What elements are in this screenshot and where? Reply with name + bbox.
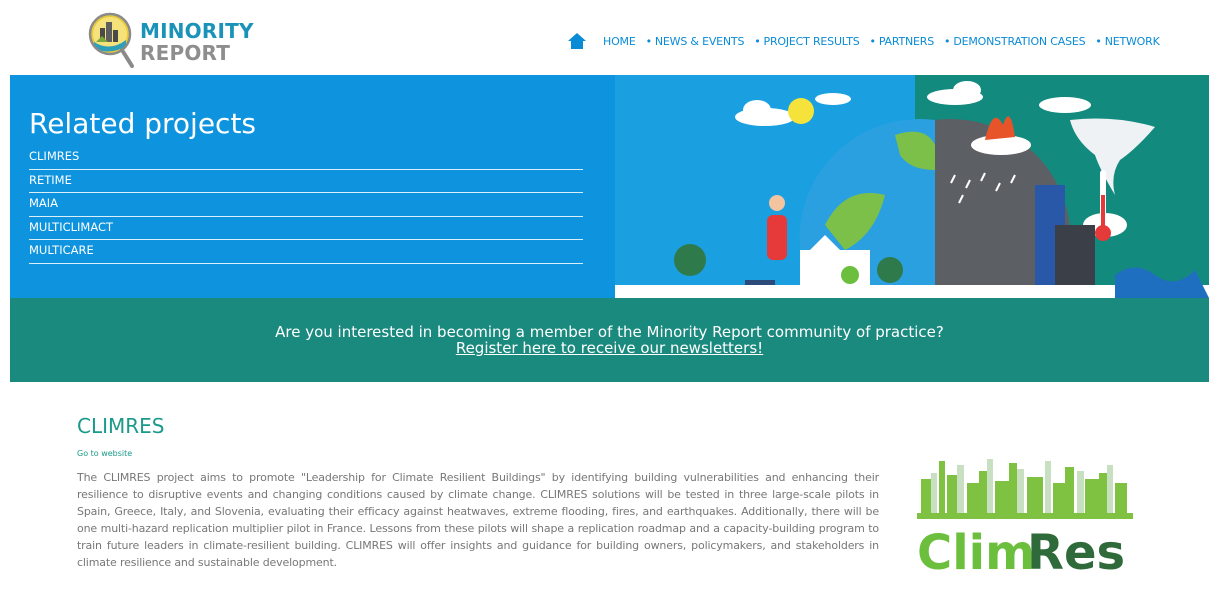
nav-bullet: • [944,34,951,48]
project-link-retime[interactable]: RETIME [29,170,583,193]
site-logo[interactable]: MINORITY REPORT [88,12,253,68]
nav-demonstration-cases[interactable]: • DEMONSTRATION CASES [944,34,1086,48]
project-description: The CLIMRES project aims to promote "Lea… [77,471,879,569]
project-link-multiclimact[interactable]: MULTICLIMACT [29,217,583,240]
nav-demonstration-cases-label: DEMONSTRATION CASES [953,34,1086,48]
project-title: CLIMRES [77,414,165,438]
nav-bullet: • [754,34,761,48]
nav-home-label: HOME [603,34,636,48]
logo-line1: MINORITY [140,19,254,43]
community-banner: Are you interested in becoming a member … [10,298,1209,382]
logo-line2: REPORT [140,41,231,65]
project-link-climres[interactable]: CLIMRES [29,146,583,170]
go-to-website-link[interactable]: Go to website [77,449,132,458]
nav-network[interactable]: • NETWORK [1095,35,1159,48]
home-icon[interactable] [567,32,587,50]
climres-logo-res: Res [1027,525,1125,575]
logo-text: MINORITY REPORT [140,20,254,64]
nav-partners[interactable]: • PARTNERS [870,35,935,48]
climate-illustration [615,75,1209,298]
nav-bullet: • [1095,34,1102,48]
climres-logo: Clim Res [917,459,1133,575]
project-link-maia[interactable]: MAIA [29,193,583,217]
related-projects-hero: Related projects CLIMRES RETIME MAIA MUL… [10,75,1209,298]
nav-project-results[interactable]: • PROJECT RESULTS [754,35,859,48]
nav-bullet: • [869,34,877,48]
nav-home[interactable]: HOME [603,35,636,48]
main-nav: HOME • NEWS & EVENTS • PROJECT RESULTS • PA… [567,30,1170,52]
magnifier-city-logo-icon [88,12,134,68]
nav-project-results-label: PROJECT RESULTS [763,34,860,48]
nav-news-events-label: NEWS & EVENTS [654,34,745,48]
nav-network-label: NETWORK [1104,34,1160,48]
nav-bullet: • [645,34,653,48]
related-projects-list: CLIMRES RETIME MAIA MULTICLIMACT MULTICA… [29,146,583,264]
register-newsletter-link[interactable]: Register here to receive our newsletters… [10,339,1209,357]
project-link-multicare[interactable]: MULTICARE [29,240,583,264]
climres-logo-clim: Clim [917,525,1035,575]
hero-title: Related projects [29,107,257,140]
site-header: MINORITY REPORT HOME • NEWS & EVENTS • PRO… [0,0,1209,75]
nav-news-events[interactable]: • NEWS & EVENTS [646,35,745,48]
nav-partners-label: PARTNERS [878,34,935,48]
